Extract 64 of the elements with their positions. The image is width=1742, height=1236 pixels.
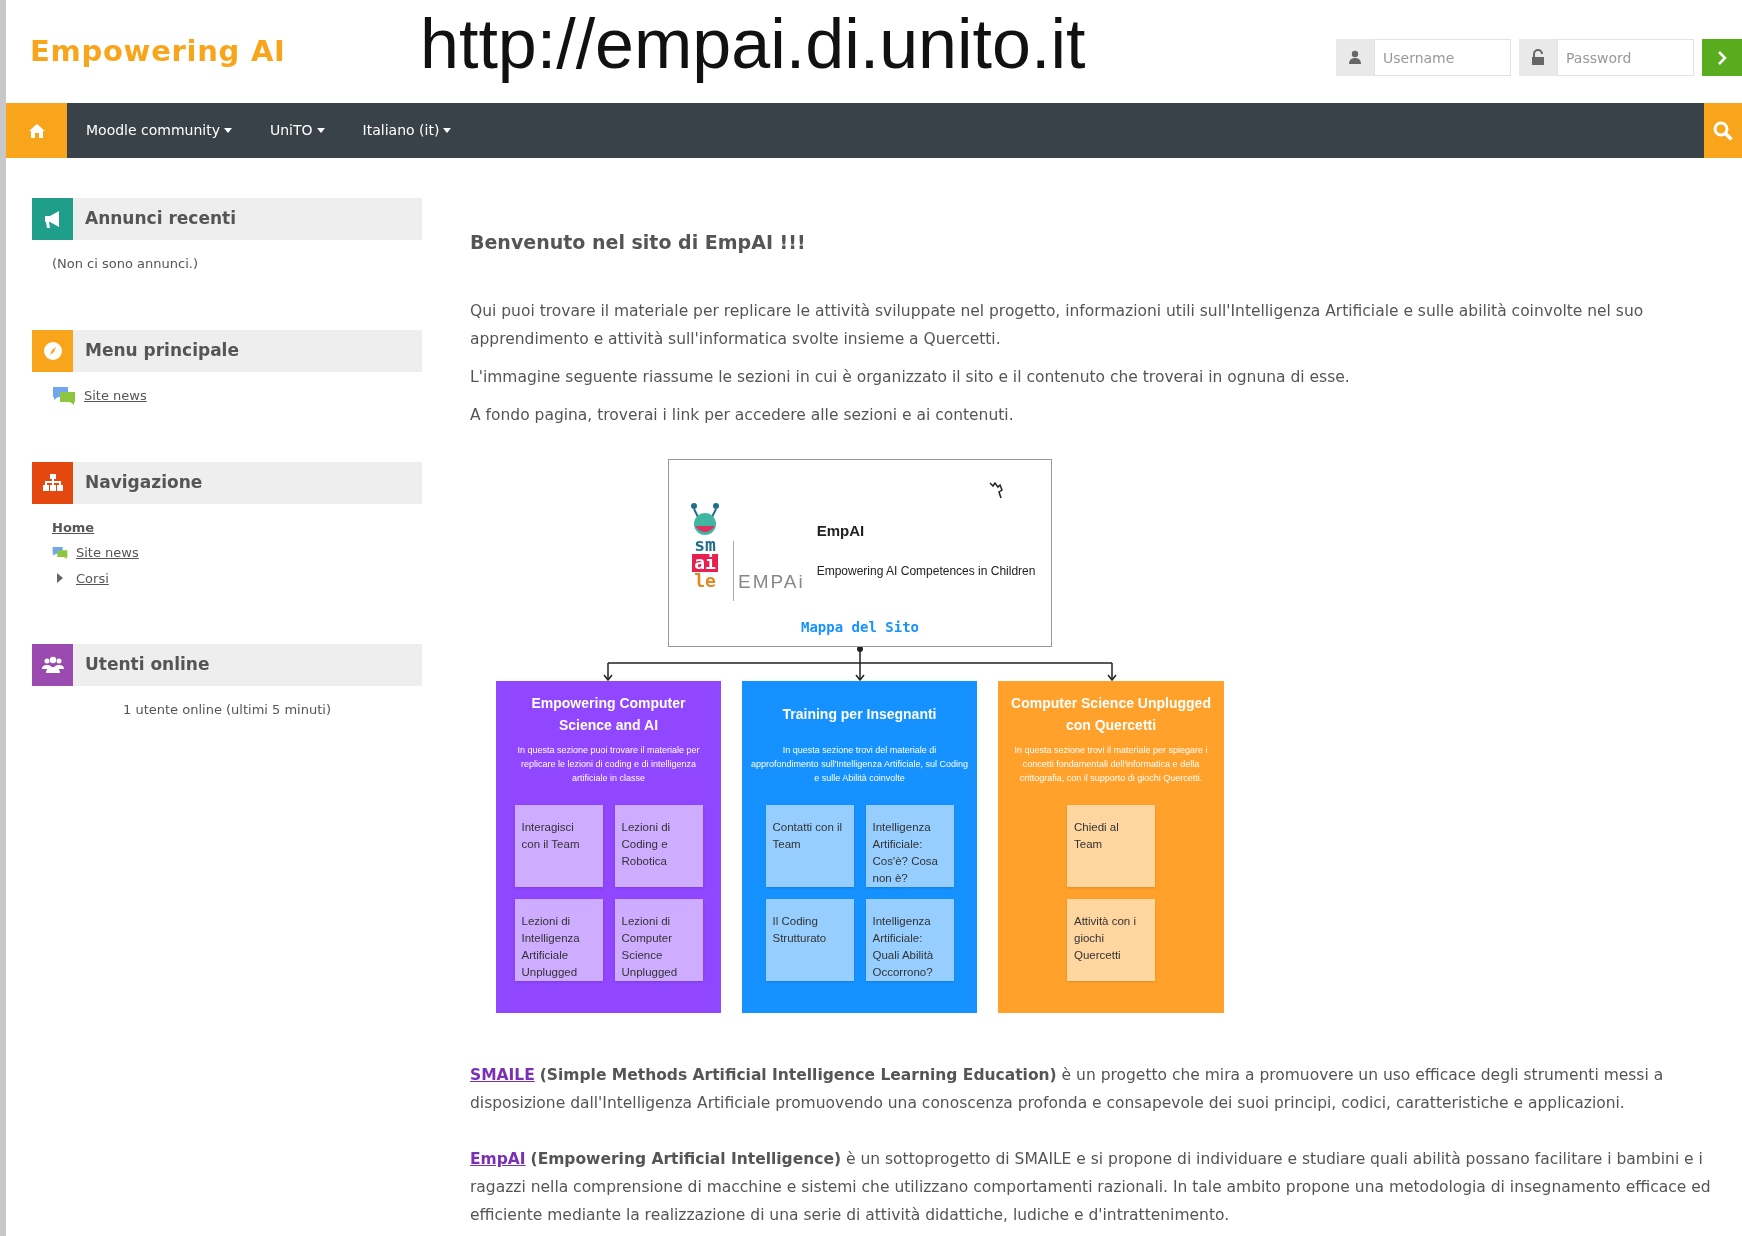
caret-icon bbox=[316, 128, 325, 133]
section-title: Training per Insegnanti bbox=[782, 704, 937, 724]
search-button[interactable] bbox=[1704, 103, 1742, 158]
logo-letters: le bbox=[694, 572, 716, 590]
caret-icon bbox=[443, 128, 452, 133]
chat-bubbles-icon bbox=[52, 545, 68, 560]
login-button[interactable] bbox=[1702, 39, 1742, 76]
search-icon bbox=[1713, 120, 1733, 141]
page-heading: Benvenuto nel sito di EmpAI !!! bbox=[470, 230, 807, 255]
block-title: Navigazione bbox=[85, 470, 203, 494]
compass-icon bbox=[41, 339, 64, 362]
user-icon bbox=[1336, 39, 1374, 76]
nav-menu[interactable]: Moodle community bbox=[67, 103, 251, 158]
block-title: Menu principale bbox=[85, 338, 239, 362]
card-subtitle: Empowering AI Competences in Children bbox=[816, 563, 1036, 581]
project-link[interactable]: SMAILE bbox=[470, 1065, 535, 1084]
section-description: In questa sezione trovi del materiale di approfondimento sull'Intelligenza Artificiale, sul Coding e sulle Abilità coinvolte bbox=[750, 743, 969, 785]
nav-tree-link[interactable]: Home bbox=[52, 517, 95, 537]
section-tile[interactable]: Chiedi al Team bbox=[1067, 804, 1155, 887]
intro-paragraph: Qui puoi trovare il materiale per replicare le attività sviluppate nel progetto, informazioni utili sull'Intelligenza Artificiale e sulle abilità coinvolte nel suo apprendimento e attività sull'informatica svolte insieme a Quercetti. bbox=[470, 300, 1645, 350]
section-card[interactable] bbox=[496, 680, 721, 1013]
home-icon bbox=[28, 123, 45, 138]
nav-tree-link[interactable]: Corsi bbox=[76, 568, 109, 588]
block-title: Utenti online bbox=[85, 653, 210, 677]
logo-wordmark: EMPAi bbox=[738, 570, 805, 594]
section-tile[interactable]: Intelligenza Artificiale: Quali Abilità Occorrono? bbox=[865, 898, 954, 981]
intro-paragraph: A fondo pagina, troverai i link per accedere alle sezioni e ai contenuti. bbox=[470, 404, 1015, 426]
section-tile[interactable]: Attività con i giochi Quercetti bbox=[1067, 898, 1155, 981]
chat-bubbles-icon bbox=[52, 385, 76, 406]
lock-icon bbox=[1519, 39, 1557, 76]
block-title: Annunci recenti bbox=[85, 207, 236, 231]
logo-letters: sm bbox=[694, 536, 716, 554]
section-tile[interactable]: Lezioni di Intelligenza Artificiale Unplugged bbox=[514, 898, 603, 981]
username-field[interactable]: Username bbox=[1374, 39, 1511, 76]
site-news-link[interactable]: Site news bbox=[84, 385, 147, 406]
logo-letters: ai bbox=[692, 554, 718, 572]
project-paragraph: EmpAI (Empowering Artificial Intelligence) è un sottoprogetto di SMAILE e si propone di individuare e studiare quali abilità possano facilitare i bambini e i ragazzi nella comprensione di macchine e sistemi che utilizzano comportamenti razionali. In tale ambito propone una metodologia di insegnamento efficace ed efficiente mediante la realizzazione di una serie di attività didattiche, ludiche e d'intrattenimento. bbox=[470, 1148, 1712, 1226]
section-title: Computer Science Unplugged con Quercetti bbox=[1010, 693, 1212, 735]
section-description: In questa sezione puoi trovare il materiale per replicare le lezioni di coding e di intelligenza artificiale in classe bbox=[516, 743, 701, 785]
section-tile[interactable]: Lezioni di Computer Science Unplugged bbox=[614, 898, 703, 981]
section-description: In questa sezione trovi il materiale per spiegare i concetti fondamentali dell'informatica e della crittografia, con il supporto di giochi Quercetti. bbox=[1013, 743, 1209, 785]
password-field[interactable]: Password bbox=[1557, 39, 1694, 76]
online-users-text: 1 utente online (ultimi 5 minuti) bbox=[122, 701, 332, 719]
section-tile[interactable]: Contatti con il Team bbox=[765, 804, 854, 887]
caret-icon bbox=[224, 128, 232, 133]
nav-menu[interactable]: Italiano (it) bbox=[343, 103, 471, 158]
nav-menu[interactable]: UniTO bbox=[251, 103, 344, 158]
sitemap-icon bbox=[41, 471, 64, 494]
section-tile[interactable]: Il Coding Strutturato bbox=[765, 898, 854, 981]
users-icon bbox=[41, 654, 64, 676]
nav-tree-link[interactable]: Site news bbox=[76, 543, 139, 563]
section-tile[interactable]: Interagisci con il Team bbox=[514, 804, 603, 887]
section-tile[interactable]: Intelligenza Artificiale: Cos'è? Cosa non è? bbox=[865, 804, 954, 887]
section-title: Empowering Computer Science and AI bbox=[530, 693, 687, 735]
project-link[interactable]: EmpAI bbox=[470, 1149, 526, 1168]
card-title: EmpAI bbox=[816, 520, 866, 541]
section-card[interactable] bbox=[998, 680, 1224, 1013]
section-card[interactable] bbox=[742, 680, 977, 1013]
home-button[interactable] bbox=[6, 103, 67, 158]
intro-paragraph: L'immagine seguente riassume le sezioni in cui è organizzato il sito e il contenuto che troverai in ognuna di esse. bbox=[470, 366, 1351, 388]
section-tile[interactable]: Lezioni di Coding e Robotica bbox=[614, 804, 703, 887]
chevron-right-icon bbox=[1717, 49, 1727, 66]
empty-note: (Non ci sono annunci.) bbox=[52, 255, 199, 273]
project-paragraph: SMAILE (Simple Methods Artificial Intelligence Learning Education) è un progetto che mira a promuovere un uso efficace degli strumenti messi a disposizione dall'Intelligenza Artificiale promuovendo una conoscenza profonda e consapevole dei suoi principi, codici, caratteristiche e applicazioni. bbox=[470, 1064, 1665, 1114]
